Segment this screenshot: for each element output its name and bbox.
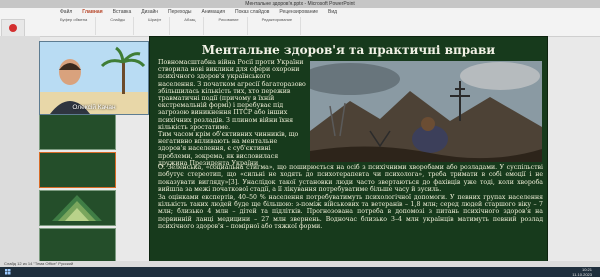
taskbar-clock[interactable]: 10:21 11.10.2023 [572,267,592,277]
slide-thumbnail[interactable] [39,190,116,226]
ribbon-tabs: Файл Главная Вставка Дизайн Переходы Ани… [60,8,337,16]
start-icon[interactable] [3,267,13,277]
war-child-illustration-icon [310,61,542,162]
ribbon: Файл Главная Вставка Дизайн Переходы Ани… [0,8,600,37]
slide-thumbnail-selected[interactable] [39,152,116,188]
slide-illustration [310,61,542,162]
group-paragraph[interactable]: Абзац [184,17,205,35]
tab-home[interactable]: Главная [82,8,102,16]
tab-file[interactable]: Файл [60,8,72,16]
taskbar: 10:21 11.10.2023 [0,267,600,277]
slide-text-bottom: О. Зеленська, «социальна стигма», що пош… [158,164,543,231]
group-font[interactable]: Шрифт [148,17,171,35]
tab-design[interactable]: Дизайн [141,8,158,16]
window-title-bar: Ментальне здоров'я.pptx - Microsoft Powe… [0,0,600,8]
slide-canvas[interactable]: Ментальне здоров'я та практичні вправи П… [149,36,548,263]
video-overlay: Олексій Качан [39,41,149,115]
group-clipboard[interactable]: Буфер обмена [60,17,97,35]
tab-view[interactable]: Вид [328,8,337,16]
slide-text-left: Повномасштабна війна Росії проти України… [158,59,306,167]
window-title: Ментальне здоров'я.pptx - Microsoft Powe… [245,1,355,7]
ribbon-groups: Буфер обмена Слайды Шрифт Абзац Рисовани… [60,17,302,35]
slides-panel [0,36,116,264]
tab-animations[interactable]: Анимация [202,8,225,16]
slide-title: Ментальне здоров'я та практичні вправи [201,43,496,57]
status-text: Слайд 12 из 14 "Тема Office" Русский [4,261,74,266]
paragraph: Повномасштабна війна Росії проти України… [158,59,306,131]
slide-thumbnail[interactable] [39,228,116,264]
paragraph: Тим часом крім об'єктивних чинників, що … [158,131,299,167]
clock-date: 11.10.2023 [572,272,592,277]
group-slides[interactable]: Слайды [110,17,135,35]
tab-transitions[interactable]: Переходы [168,8,191,16]
tab-insert[interactable]: Вставка [113,8,132,16]
participant-name: Олексій Качан [72,104,116,111]
group-drawing[interactable]: Рисование [218,17,248,35]
paragraph: За оцінками експертів, 40–50 % населення… [158,193,543,231]
slide-thumbnail[interactable] [39,114,116,150]
paragraph: О. Зеленська, «социальна стигма», що пош… [158,164,543,194]
tab-review[interactable]: Рецензирование [279,8,318,16]
tab-slideshow[interactable]: Показ слайдов [235,8,269,16]
recording-icon [1,19,25,37]
pyramid-thumbnail-icon [52,195,102,221]
group-editing[interactable]: Редактирование [262,17,302,35]
